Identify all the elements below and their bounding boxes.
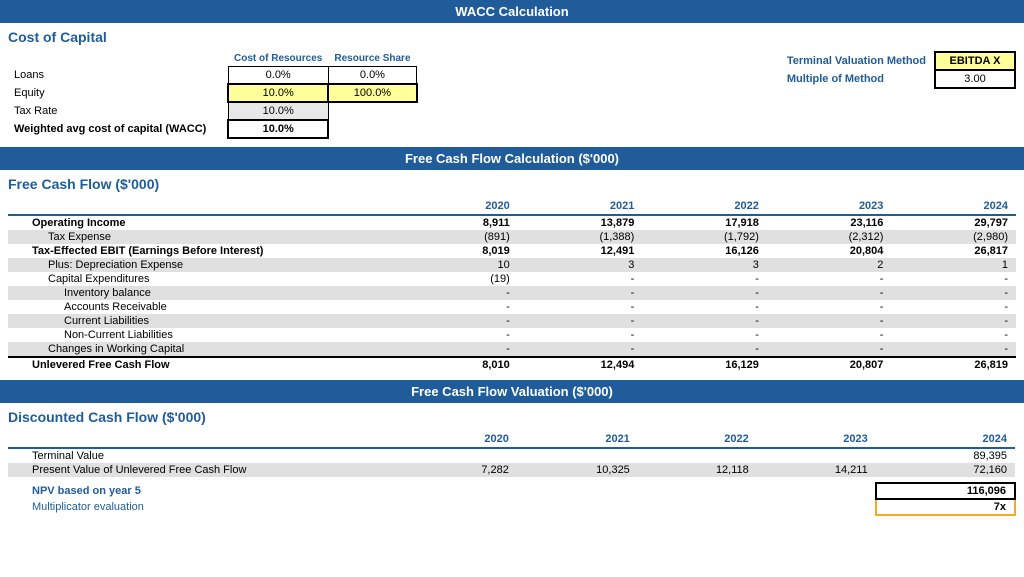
npv-row: NPV based on year 5 116,096 [8,483,1015,499]
table-row: Inventory balance - - - - - [8,286,1016,300]
val-title: Discounted Cash Flow ($'000) [0,403,1024,427]
table-row: Operating Income 8,911 13,879 17,918 23,… [8,215,1016,230]
wacc-title: Cost of Capital [0,23,1024,47]
main-header: WACC Calculation [0,0,1024,23]
table-row: Tax-Effected EBIT (Earnings Before Inter… [8,244,1016,258]
fcf-section: Free Cash Flow ($'000) 2020 2021 2022 20… [0,170,1024,380]
table-row: Accounts Receivable - - - - - [8,300,1016,314]
table-row: Tax Rate 10.0% [8,102,417,120]
table-row: Unlevered Free Cash Flow 8,010 12,494 16… [8,357,1016,372]
table-row: Changes in Working Capital - - - - - [8,342,1016,357]
table-row: Terminal Value 89,395 [8,448,1015,463]
wacc-section: Cost of Capital Cost of Resources Resour… [0,23,1024,147]
table-row: Terminal Valuation Method EBITDA X [779,52,1015,70]
val-section: Discounted Cash Flow ($'000) 2020 2021 2… [0,403,1024,524]
terminal-table: Terminal Valuation Method EBITDA X Multi… [779,51,1016,89]
val-table: 2020 2021 2022 2023 2024 Terminal Value … [8,431,1016,516]
table-row: Tax Expense (891) (1,388) (1,792) (2,312… [8,230,1016,244]
inventory-balance-label: Inventory balance [8,286,411,300]
fcf-title: Free Cash Flow ($'000) [0,170,1024,194]
table-row: Capital Expenditures (19) - - - - [8,272,1016,286]
table-row: Current Liabilities - - - - - [8,314,1016,328]
table-row: Equity 10.0% 100.0% [8,84,417,102]
fcf-table: 2020 2021 2022 2023 2024 Operating Incom… [8,198,1016,372]
val-header: Free Cash Flow Valuation ($'000) [0,380,1024,403]
wacc-table: Cost of Resources Resource Share Loans 0… [8,51,418,139]
col2-header: Resource Share [328,51,416,67]
table-row: Non-Current Liabilities - - - - - [8,328,1016,342]
fcf-header: Free Cash Flow Calculation ($'000) [0,147,1024,170]
col1-header: Cost of Resources [228,51,328,67]
table-row: Plus: Depreciation Expense 10 3 3 2 1 [8,258,1016,272]
table-row: Loans 0.0% 0.0% [8,67,417,85]
table-row: Present Value of Unlevered Free Cash Flo… [8,463,1015,477]
table-row: Multiple of Method 3.00 [779,70,1015,88]
multiplicator-row: Multiplicator evaluation 7x [8,499,1015,515]
table-row: Weighted avg cost of capital (WACC) 10.0… [8,120,417,138]
